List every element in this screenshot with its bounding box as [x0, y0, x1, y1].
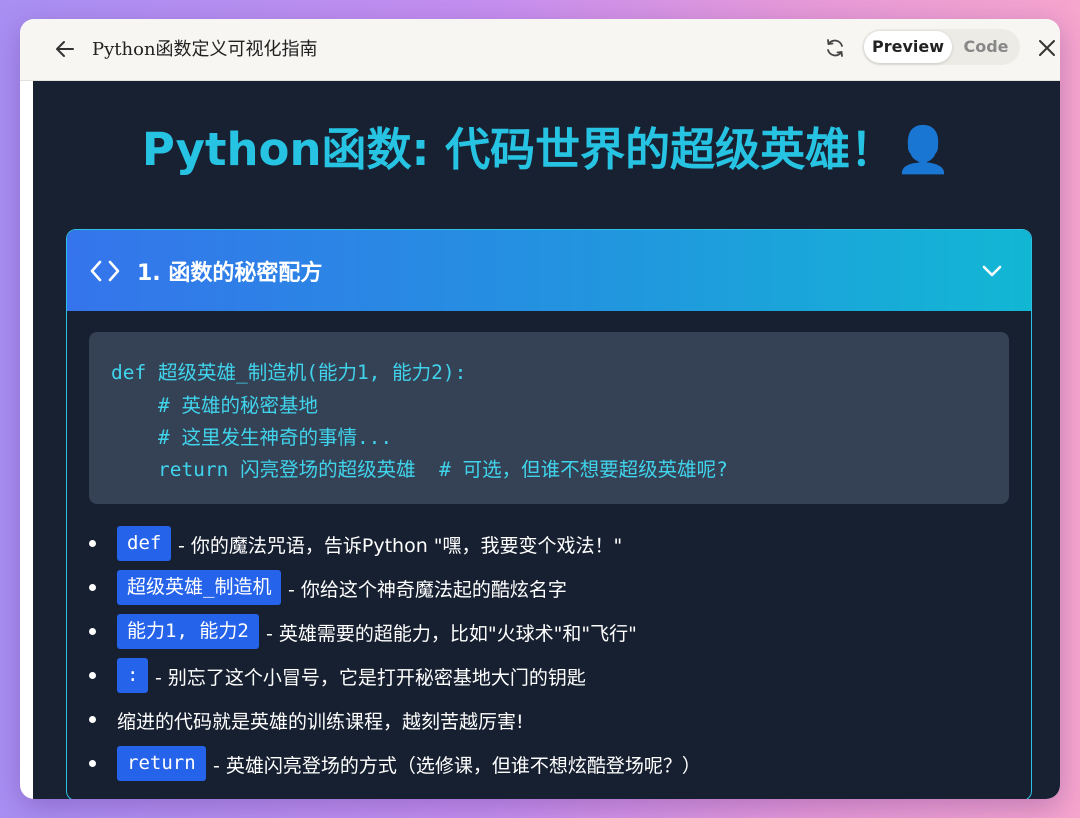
code-line: # 这里发生神奇的事情... [111, 426, 393, 449]
code-tag: 能力1, 能力2 [117, 614, 259, 649]
code-tab[interactable]: Code [954, 31, 1018, 63]
refresh-icon[interactable] [823, 36, 847, 60]
view-toggle: Preview Code [862, 29, 1020, 65]
code-block: def 超级英雄_制造机(能力1, 能力2): # 英雄的秘密基地 # 这里发生… [89, 332, 1009, 504]
bullet-dot [89, 540, 96, 547]
bullet-dot [89, 628, 96, 635]
chevron-down-icon[interactable] [981, 260, 1003, 282]
page-heading: Python函数: 代码世界的超级英雄！👤 [141, 123, 952, 176]
bullet-dot [89, 716, 96, 723]
title-bar: Python函数定义可视化指南 Preview Code [20, 19, 1060, 81]
section-title: 1. 函数的秘密配方 [137, 261, 323, 286]
code-tag: def [117, 526, 172, 561]
bullet-dot [89, 584, 96, 591]
code-tag: : [117, 658, 149, 693]
item-text: - 你的魔法咒语，告诉Python "嘿，我要变个戏法！" [178, 535, 623, 557]
preview-tab[interactable]: Preview [864, 31, 952, 63]
code-line: return 闪亮登场的超级英雄 # 可选，但谁不想要超级英雄呢? [111, 458, 728, 481]
close-icon[interactable] [1036, 37, 1058, 59]
window-title: Python函数定义可视化指南 [92, 39, 318, 60]
arrow-left-icon[interactable] [54, 38, 76, 60]
item-text: - 英雄闪亮登场的方式（选修课，但谁不想炫酷登场呢？） [213, 755, 701, 777]
code-tag: return [117, 746, 206, 781]
code-brackets-icon [89, 258, 121, 284]
bullet-dot [89, 760, 96, 767]
item-text: - 你给这个神奇魔法起的酷炫名字 [288, 579, 567, 601]
accordion-header[interactable]: 1. 函数的秘密配方 [67, 230, 1031, 311]
item-text: 缩进的代码就是英雄的训练课程，越刻苦越厉害! [117, 711, 524, 733]
item-text: - 英雄需要的超能力，比如"火球术"和"飞行" [266, 623, 637, 645]
bullet-dot [89, 672, 96, 679]
preview-content: Python函数: 代码世界的超级英雄！👤 1. 函数的秘密配方 def 超级英… [33, 81, 1060, 799]
accordion-section: 1. 函数的秘密配方 def 超级英雄_制造机(能力1, 能力2): # 英雄的… [66, 229, 1032, 799]
code-line: # 英雄的秘密基地 [111, 394, 318, 417]
code-line: def 超级英雄_制造机(能力1, 能力2): [111, 361, 467, 384]
item-text: - 别忘了这个小冒号，它是打开秘密基地大门的钥匙 [155, 667, 586, 689]
app-window: Python函数定义可视化指南 Preview Code Python函数: 代… [20, 19, 1060, 799]
code-tag: 超级英雄_制造机 [117, 570, 282, 605]
